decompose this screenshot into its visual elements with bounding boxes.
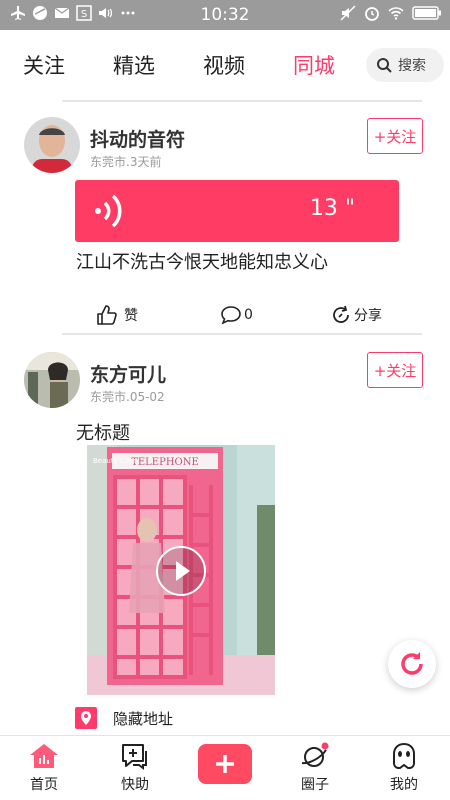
nav-home[interactable]: 首页: [14, 742, 74, 794]
plus-icon: [216, 755, 234, 773]
comment-button[interactable]: 0: [220, 304, 253, 326]
refresh-icon: [401, 652, 423, 675]
publish-button[interactable]: [198, 744, 252, 784]
avatar[interactable]: [24, 352, 80, 408]
play-button[interactable]: [156, 546, 206, 596]
nav-helper[interactable]: 快助: [105, 742, 165, 794]
avatar-photo: [24, 117, 80, 173]
author-name[interactable]: 抖动的音符: [90, 125, 185, 152]
home-icon: [30, 744, 58, 768]
share-label: 分享: [354, 308, 382, 324]
post-meta: 东莞市.3天前: [90, 155, 162, 169]
nav-profile[interactable]: 我的: [374, 742, 434, 794]
nav-helper-label: 快助: [121, 777, 149, 793]
post-text: 江山不洗古今恨天地能知忠义心: [76, 252, 328, 273]
status-bar: S 10:32: [0, 0, 450, 30]
video-thumbnail[interactable]: TELEPHONE Beauty Cam: [87, 445, 275, 695]
author-name[interactable]: 东方可儿: [90, 360, 166, 387]
top-tabs: 关注 精选 视频 同城 搜索: [0, 30, 450, 100]
tab-local[interactable]: 同城: [293, 50, 335, 80]
play-icon: [176, 561, 190, 581]
bottom-nav: 首页 快助 圈子 我的: [0, 735, 450, 800]
avatar-photo: [24, 352, 80, 408]
sound-wave-icon: [95, 194, 122, 228]
ghost-profile-icon: [393, 742, 415, 769]
search-label: 搜索: [398, 58, 426, 74]
thumbs-up-icon: [97, 305, 117, 325]
post-meta: 东莞市.05-02: [90, 390, 165, 404]
status-icons-right: [340, 5, 442, 21]
mute-icon: [340, 5, 356, 21]
planet-icon: [301, 742, 329, 767]
tab-featured[interactable]: 精选: [113, 50, 155, 80]
helper-chat-icon: [122, 744, 147, 770]
wifi-icon: [388, 7, 404, 20]
like-label: 赞: [124, 308, 138, 324]
follow-button[interactable]: +关注: [367, 352, 423, 388]
alarm-icon: [365, 7, 379, 21]
location-pin-icon: [75, 707, 97, 729]
search-icon: [377, 58, 392, 73]
voice-message[interactable]: 13 ": [75, 180, 399, 242]
location-row[interactable]: 隐藏地址: [75, 707, 173, 729]
post-text: 无标题: [76, 423, 130, 444]
divider: [62, 100, 422, 102]
booth-sign: TELEPHONE: [131, 457, 199, 468]
video-watermark: Beauty Cam: [93, 457, 136, 465]
share-icon: [333, 305, 349, 323]
voice-duration: 13 ": [309, 196, 355, 221]
comment-count: 0: [244, 307, 253, 323]
battery-icon: [412, 6, 441, 20]
nav-circle[interactable]: 圈子: [285, 742, 345, 794]
comment-icon: [221, 306, 241, 325]
tab-following[interactable]: 关注: [23, 50, 65, 80]
search-button[interactable]: 搜索: [366, 48, 444, 82]
location-label: 隐藏地址: [113, 709, 174, 728]
post-actions: 赞 0 分享: [0, 304, 450, 330]
share-button[interactable]: 分享: [330, 304, 382, 326]
tab-video[interactable]: 视频: [203, 50, 245, 80]
nav-circle-label: 圈子: [301, 777, 329, 793]
nav-profile-label: 我的: [390, 777, 418, 793]
nav-home-label: 首页: [30, 777, 58, 793]
follow-button[interactable]: +关注: [367, 118, 423, 154]
divider: [62, 333, 422, 335]
like-button[interactable]: 赞: [96, 304, 138, 326]
refresh-button[interactable]: [388, 640, 436, 688]
avatar[interactable]: [24, 117, 80, 173]
